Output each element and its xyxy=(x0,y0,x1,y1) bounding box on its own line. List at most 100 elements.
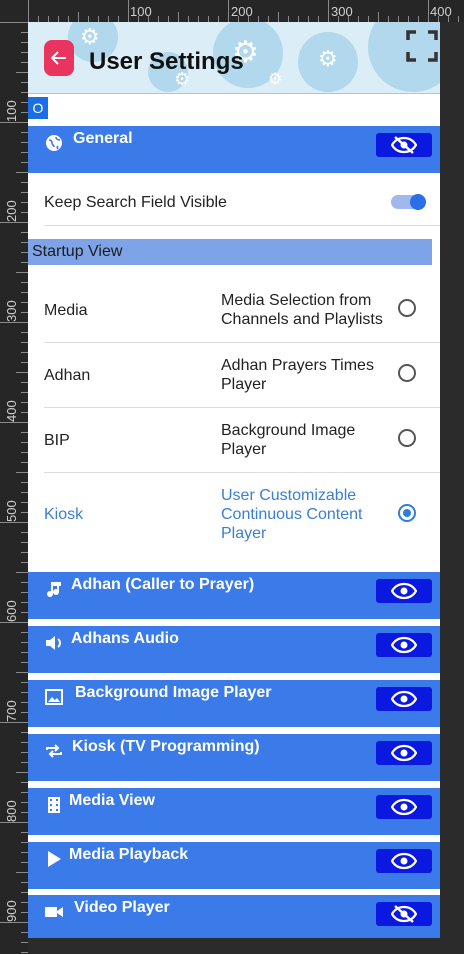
ruler-tick xyxy=(21,692,28,693)
ruler-tick xyxy=(21,402,28,403)
ruler-tick xyxy=(16,472,28,473)
ruler-tick xyxy=(21,652,28,653)
eye-icon xyxy=(391,744,417,762)
ruler-tick xyxy=(21,342,28,343)
ruler-tick xyxy=(128,0,129,22)
ruler-tick xyxy=(21,392,28,393)
ruler-tick xyxy=(21,882,28,883)
ruler-tick xyxy=(21,662,28,663)
ruler-tick xyxy=(16,872,28,873)
ruler-tick xyxy=(16,672,28,673)
startup-option-radio-bip[interactable] xyxy=(398,429,416,447)
eye-off-icon xyxy=(391,136,417,154)
ruler-tick xyxy=(21,752,28,753)
gear-icon: ⚙ xyxy=(268,71,283,88)
ruler-tick xyxy=(21,332,28,333)
ruler-tick xyxy=(21,252,28,253)
startup-option-radio-media[interactable] xyxy=(398,299,416,317)
ruler-tick xyxy=(21,952,28,953)
search-badge[interactable]: O xyxy=(28,97,48,119)
ruler-tick xyxy=(16,272,28,273)
ruler-tick xyxy=(21,362,28,363)
ruler-label: 300 xyxy=(331,4,353,19)
section-media-playback[interactable]: Media Playback xyxy=(28,842,440,889)
toggle-knob[interactable] xyxy=(410,194,426,210)
divider xyxy=(44,225,440,226)
ruler-tick xyxy=(21,852,28,853)
eye-off-icon xyxy=(391,905,417,923)
ruler-tick xyxy=(21,812,28,813)
subhead-label: Startup View xyxy=(32,243,123,260)
ruler-tick xyxy=(21,742,28,743)
ruler-tick xyxy=(21,462,28,463)
ruler-tick xyxy=(21,282,28,283)
ruler-tick xyxy=(21,802,28,803)
ruler-tick xyxy=(21,612,28,613)
ruler-tick xyxy=(21,442,28,443)
ruler-tick xyxy=(0,822,28,823)
ruler-tick xyxy=(21,892,28,893)
visibility-toggle-button[interactable] xyxy=(376,687,432,711)
ruler-tick xyxy=(21,162,28,163)
page-title: User Settings xyxy=(89,48,244,75)
visibility-toggle-button[interactable] xyxy=(376,849,432,873)
ruler-tick xyxy=(21,42,28,43)
image-icon xyxy=(45,689,63,705)
visibility-toggle-button[interactable] xyxy=(376,902,432,926)
startup-option-name: BIP xyxy=(44,432,70,449)
startup-option-name: Kiosk xyxy=(44,506,84,523)
section-video-player[interactable]: Video Player xyxy=(28,895,440,938)
section-adhans-audio[interactable]: Adhans Audio xyxy=(28,626,440,673)
startup-option-description: Background Image Player xyxy=(221,422,356,458)
ruler-tick xyxy=(21,492,28,493)
ruler-tick xyxy=(21,102,28,103)
ruler-tick xyxy=(228,0,229,22)
section-label: General xyxy=(73,130,133,147)
visibility-toggle-button[interactable] xyxy=(376,795,432,819)
visibility-toggle-button[interactable] xyxy=(376,579,432,603)
ruler-tick xyxy=(21,762,28,763)
section-general[interactable]: General xyxy=(28,126,440,173)
ruler-tick xyxy=(428,0,429,22)
ruler-tick xyxy=(21,832,28,833)
back-button[interactable] xyxy=(44,40,74,76)
film-icon xyxy=(48,797,60,813)
ruler-tick xyxy=(21,452,28,453)
ruler-tick xyxy=(21,292,28,293)
app-screen: ⚙ ⚙ ⚙ ⚙ ⚙ User Settings O General Keep S… xyxy=(28,22,440,938)
divider xyxy=(44,407,440,408)
ruler-tick xyxy=(458,16,459,22)
ruler-label: 400 xyxy=(4,400,19,422)
ruler-tick xyxy=(21,352,28,353)
speaker-icon xyxy=(46,636,61,650)
ruler-tick xyxy=(21,182,28,183)
visibility-toggle-button[interactable] xyxy=(376,633,432,657)
header-divider xyxy=(28,93,440,94)
ruler-tick xyxy=(21,562,28,563)
section-kiosk[interactable]: Kiosk (TV Programming) xyxy=(28,734,440,781)
section-label: Kiosk (TV Programming) xyxy=(72,738,260,755)
section-adhan[interactable]: Adhan (Caller to Prayer) xyxy=(28,572,440,619)
divider xyxy=(44,472,440,473)
visibility-toggle-button[interactable] xyxy=(376,133,432,157)
top-ruler: 100 200 300 400 xyxy=(0,0,464,22)
ruler-tick xyxy=(21,682,28,683)
visibility-toggle-button[interactable] xyxy=(376,741,432,765)
ruler-label: 500 xyxy=(4,500,19,522)
ruler-tick xyxy=(21,932,28,933)
ruler-tick xyxy=(21,262,28,263)
startup-option-radio-adhan[interactable] xyxy=(398,364,416,382)
fullscreen-icon[interactable] xyxy=(404,28,440,64)
ruler-tick xyxy=(0,22,28,23)
section-media-view[interactable]: Media View xyxy=(28,788,440,835)
ruler-tick xyxy=(21,192,28,193)
ruler-tick xyxy=(0,722,28,723)
ruler-tick xyxy=(21,702,28,703)
eye-icon xyxy=(391,852,417,870)
startup-option-name: Media xyxy=(44,302,88,319)
section-background-image-player[interactable]: Background Image Player xyxy=(28,680,440,727)
ruler-tick xyxy=(21,312,28,313)
startup-option-radio-kiosk[interactable] xyxy=(398,504,416,522)
arrow-left-icon xyxy=(51,51,66,65)
ruler-tick xyxy=(21,862,28,863)
